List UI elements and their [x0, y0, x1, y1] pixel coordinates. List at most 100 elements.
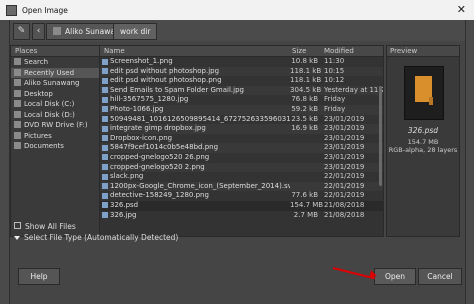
file-row[interactable]: Photo-1066.jpg 59.2 kB Friday [100, 104, 383, 115]
column-size[interactable]: Size [292, 47, 306, 55]
type-location-button[interactable]: ✎ [13, 23, 30, 40]
column-name[interactable]: Name [104, 47, 125, 55]
image-file-icon [102, 125, 108, 132]
place-item-documents[interactable]: Documents [11, 141, 99, 152]
window-title: Open Image [22, 6, 68, 15]
place-item-home[interactable]: Aliko Sunawang [11, 78, 99, 89]
file-row[interactable]: 5847f9cef1014c0b5e48bd.png 23/01/2019 [100, 143, 383, 153]
cancel-button[interactable]: Cancel [418, 268, 462, 285]
file-name: edit psd without photoshop.png [110, 76, 222, 85]
optical-drive-icon [14, 121, 21, 128]
file-name: 5847f9cef1014c0b5e48bd.png [110, 143, 219, 152]
place-item-desktop[interactable]: Desktop [11, 89, 99, 100]
file-modified: 23/01/2019 [324, 152, 365, 161]
file-size: 76.8 kB [291, 95, 318, 104]
image-file-icon [102, 192, 108, 199]
image-file-icon [102, 77, 108, 84]
file-row[interactable]: 326.psd 154.7 MB 21/08/2018 [100, 200, 383, 211]
file-name: 50949481_1016126509895414_67275263359603… [110, 114, 290, 123]
file-size: 77.6 kB [291, 191, 318, 200]
file-name: Screenshot_1.png [110, 57, 173, 65]
file-rows: Screenshot_1.png 10.8 kB 11:30 edit psd wit… [100, 57, 383, 220]
file-row[interactable]: 50949481_1016126509895414_67275263359603… [100, 115, 383, 125]
open-button[interactable]: Open [374, 268, 416, 285]
file-name: 326.psd [110, 200, 139, 209]
file-name: 326.jpg [110, 210, 137, 219]
file-size: 16.9 kB [291, 124, 318, 133]
place-item-pictures[interactable]: Pictures [11, 131, 99, 142]
place-item-local-disk-d[interactable]: Local Disk (D:) [11, 110, 99, 121]
file-row[interactable]: 1200px-Google_Chrome_icon_(September_201… [100, 181, 383, 192]
file-size: 118.1 kB [290, 76, 322, 85]
file-modified: 22/01/2019 [324, 172, 365, 181]
file-row[interactable]: hill-3567575_1280.jpg 76.8 kB Friday [100, 95, 383, 105]
dialog-button-bar: Help Open Cancel [10, 244, 465, 304]
preview-type: RGB-alpha, 28 layers [388, 146, 458, 154]
file-modified: Friday [324, 95, 346, 104]
place-item-local-disk-c[interactable]: Local Disk (C:) [11, 99, 99, 110]
folder-icon [14, 142, 21, 149]
file-modified: 23/01/2019 [324, 162, 365, 171]
file-name: Photo-1066.jpg [110, 104, 164, 113]
search-icon [14, 58, 21, 65]
image-file-icon [102, 58, 108, 65]
file-name: Send Emails to Spam Folder Gmail.jpg [110, 85, 244, 94]
preview-panel: Preview 326.psd 154.7 MB RGB-alpha, 28 l… [386, 45, 460, 237]
file-modified: Yesterday at 11:22 [324, 85, 384, 94]
file-modified: 23/01/2019 [324, 133, 365, 142]
image-file-icon [102, 202, 108, 209]
file-name: cropped-gnelogo520 2.png [110, 162, 205, 171]
vertical-scrollbar[interactable] [379, 86, 382, 186]
file-row[interactable]: Send Emails to Spam Folder Gmail.jpg 304.… [100, 85, 384, 96]
clock-icon [14, 68, 21, 76]
file-modified: 23/01/2019 [324, 124, 365, 133]
image-file-icon [102, 87, 108, 94]
file-modified: 11:30 [324, 57, 345, 65]
back-icon[interactable]: ‹ [32, 23, 45, 40]
file-row[interactable]: Screenshot_1.png 10.8 kB 11:30 [100, 57, 383, 67]
file-row[interactable]: slack.png 22/01/2019 [100, 172, 383, 182]
file-row[interactable]: edit psd without photoshop.jpg 118.1 kB 10… [100, 66, 383, 77]
drive-icon [14, 100, 21, 107]
file-list: Name Size Modified Screenshot_1.png 10.8 … [99, 45, 384, 237]
checkbox-icon [14, 222, 21, 229]
file-row[interactable]: cropped-gnelogo520 26.png 23/01/2019 [100, 153, 383, 163]
show-all-files-checkbox[interactable]: Show All Files [14, 222, 76, 231]
file-size: 23.5 kB [291, 114, 318, 123]
file-row[interactable]: cropped-gnelogo520 2.png 23/01/2019 [100, 162, 383, 173]
file-modified: 22/01/2019 [324, 191, 365, 200]
file-row[interactable]: edit psd without photoshop.png 118.1 kB 10… [100, 76, 383, 86]
file-row[interactable]: detective-158249_1280.png 77.6 kB 22/01/20… [100, 191, 383, 201]
file-modified: 10:15 [324, 66, 345, 75]
column-modified[interactable]: Modified [324, 47, 354, 55]
image-file-icon [102, 154, 108, 161]
place-item-recently-used[interactable]: Recently Used [11, 67, 99, 78]
file-name: 1200px-Google_Chrome_icon_(September_201… [110, 181, 290, 190]
breadcrumb-current[interactable]: work dir [113, 23, 158, 40]
image-file-icon [102, 173, 108, 180]
desktop-icon [14, 89, 21, 97]
close-icon[interactable]: ✕ [457, 3, 466, 16]
place-item-dvd-drive[interactable]: DVD RW Drive (F:) [11, 120, 99, 131]
app-icon [6, 5, 17, 16]
place-item-search[interactable]: Search [11, 57, 99, 68]
preview-size: 154.7 MB [407, 138, 439, 146]
places-panel: Places Search Recently Used Aliko Sunawa… [10, 45, 100, 261]
file-size: 304.5 kB [290, 85, 322, 94]
file-name: detective-158249_1280.png [110, 191, 209, 200]
preview-filename: 326.psd [407, 126, 439, 135]
help-button[interactable]: Help [18, 268, 60, 285]
image-file-icon [102, 106, 108, 113]
file-row[interactable]: Dropbox-icon.png 23/01/2019 [100, 134, 383, 144]
file-size: 10.8 kB [291, 57, 318, 65]
file-size: 2.7 MB [293, 210, 318, 219]
preview-thumbnail [404, 66, 444, 120]
image-file-icon [102, 212, 108, 218]
home-icon [14, 79, 21, 86]
file-row[interactable]: 326.jpg 2.7 MB 21/08/2018 [100, 211, 383, 221]
file-name: cropped-gnelogo520 26.png [110, 152, 210, 161]
file-modified: 21/08/2018 [324, 200, 365, 209]
open-image-dialog: ✎ ‹ Aliko Sunawang work dir Places Searc… [9, 20, 466, 304]
select-file-type-expander[interactable]: Select File Type (Automatically Detected… [14, 233, 178, 242]
file-row[interactable]: integrate gimp dropbox.jpg 16.9 kB 23/01/2… [100, 124, 383, 134]
